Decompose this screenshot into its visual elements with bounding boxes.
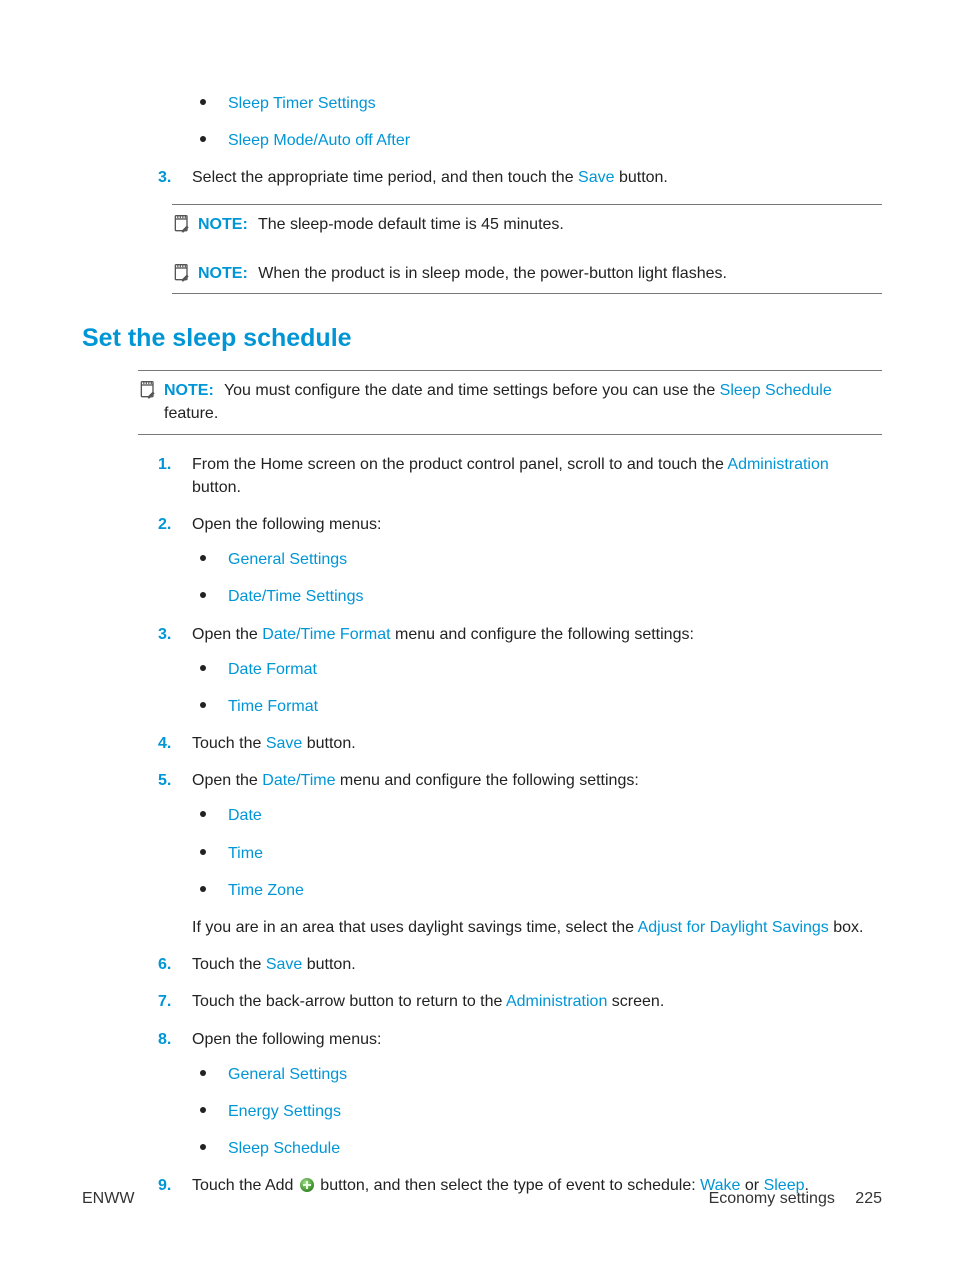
step-number: 6. [158, 953, 171, 976]
step-text: Open the [192, 772, 262, 789]
link-text: Sleep Mode/Auto off After [228, 132, 410, 149]
bullet-item: Date Format [192, 658, 882, 681]
page-number: 225 [855, 1190, 882, 1207]
footer-section: Economy settings [709, 1190, 835, 1207]
note-icon [138, 380, 158, 400]
note-text: When the product is in sleep mode, the p… [258, 265, 727, 282]
link-text: Time Zone [228, 882, 304, 899]
link-text: Time Format [228, 698, 318, 715]
link-text: Sleep Schedule [720, 382, 832, 399]
step-text: Touch the back-arrow button to return to… [192, 993, 506, 1010]
step-text: Select the appropriate time period, and … [192, 169, 578, 186]
link-text: Time [228, 845, 263, 862]
note-label: NOTE: [164, 382, 214, 399]
step-1: 1. From the Home screen on the product c… [82, 453, 882, 499]
note-label: NOTE: [198, 216, 248, 233]
step-number: 3. [158, 166, 171, 189]
step-text: menu and configure the following setting… [391, 626, 694, 643]
step-3: 3. Open the Date/Time Format menu and co… [82, 623, 882, 719]
note-text: The sleep-mode default time is 45 minute… [258, 216, 564, 233]
bullet-item: Energy Settings [192, 1100, 882, 1123]
step-2: 2. Open the following menus: General Set… [82, 513, 882, 609]
step-text: button. [615, 169, 668, 186]
bullet-item: Date/Time Settings [192, 585, 882, 608]
bullet-item: Sleep Schedule [192, 1137, 882, 1160]
bullet-item: Time [192, 842, 882, 865]
note-box: NOTE: The sleep-mode default time is 45 … [172, 204, 882, 242]
step-text: Open the [192, 626, 262, 643]
link-text: General Settings [228, 1066, 347, 1083]
link-text: Date/Time Format [262, 626, 390, 643]
step-7: 7. Touch the back-arrow button to return… [82, 990, 882, 1013]
bullet-item: General Settings [192, 548, 882, 571]
step-text: screen. [607, 993, 664, 1010]
step-text: Touch the [192, 735, 266, 752]
step-number: 7. [158, 990, 171, 1013]
step-text: button. [192, 479, 241, 496]
step-text: button. [302, 735, 355, 752]
step-number: 3. [158, 623, 171, 646]
step-text: Open the following menus: [192, 516, 381, 533]
link-text: Sleep Schedule [228, 1140, 340, 1157]
step-3-top: 3. Select the appropriate time period, a… [82, 166, 882, 189]
step-text: From the Home screen on the product cont… [192, 456, 727, 473]
step-text: button. [302, 956, 355, 973]
step-8: 8. Open the following menus: General Set… [82, 1028, 882, 1161]
step-text: menu and configure the following setting… [335, 772, 638, 789]
link-text: Administration [506, 993, 607, 1010]
step-text: Open the following menus: [192, 1031, 381, 1048]
link-text: Save [266, 735, 302, 752]
section-heading: Set the sleep schedule [82, 320, 882, 356]
note-box: NOTE: You must configure the date and ti… [138, 370, 882, 434]
bullet-item: Sleep Mode/Auto off After [192, 129, 882, 152]
step-number: 5. [158, 769, 171, 792]
link-text: Date/Time [262, 772, 335, 789]
link-text: Adjust for Daylight Savings [638, 919, 829, 936]
step-extra: If you are in an area that uses daylight… [192, 916, 882, 939]
link-text: Save [266, 956, 302, 973]
link-text: Date/Time Settings [228, 588, 363, 605]
step-text: Touch the [192, 956, 266, 973]
link-text: Date Format [228, 661, 317, 678]
note-box: NOTE: When the product is in sleep mode,… [172, 242, 882, 294]
bullet-item: General Settings [192, 1063, 882, 1086]
step-6: 6. Touch the Save button. [82, 953, 882, 976]
bullet-item: Sleep Timer Settings [192, 92, 882, 115]
bullet-item: Date [192, 804, 882, 827]
note-label: NOTE: [198, 265, 248, 282]
step-4: 4. Touch the Save button. [82, 732, 882, 755]
page-footer: ENWW Economy settings 225 [82, 1187, 882, 1210]
note-icon [172, 263, 192, 283]
link-text: Sleep Timer Settings [228, 95, 376, 112]
step-number: 8. [158, 1028, 171, 1051]
link-text: Administration [727, 456, 828, 473]
note-icon [172, 214, 192, 234]
link-text: Save [578, 169, 614, 186]
step-5: 5. Open the Date/Time menu and configure… [82, 769, 882, 939]
list-item-top: Sleep Timer Settings Sleep Mode/Auto off… [82, 92, 882, 152]
footer-left: ENWW [82, 1187, 134, 1210]
link-text: Energy Settings [228, 1103, 341, 1120]
note-text: You must configure the date and time set… [224, 382, 720, 399]
step-number: 1. [158, 453, 171, 476]
link-text: Date [228, 807, 262, 824]
link-text: General Settings [228, 551, 347, 568]
bullet-item: Time Zone [192, 879, 882, 902]
step-number: 2. [158, 513, 171, 536]
note-text: feature. [164, 405, 218, 422]
step-number: 4. [158, 732, 171, 755]
bullet-item: Time Format [192, 695, 882, 718]
